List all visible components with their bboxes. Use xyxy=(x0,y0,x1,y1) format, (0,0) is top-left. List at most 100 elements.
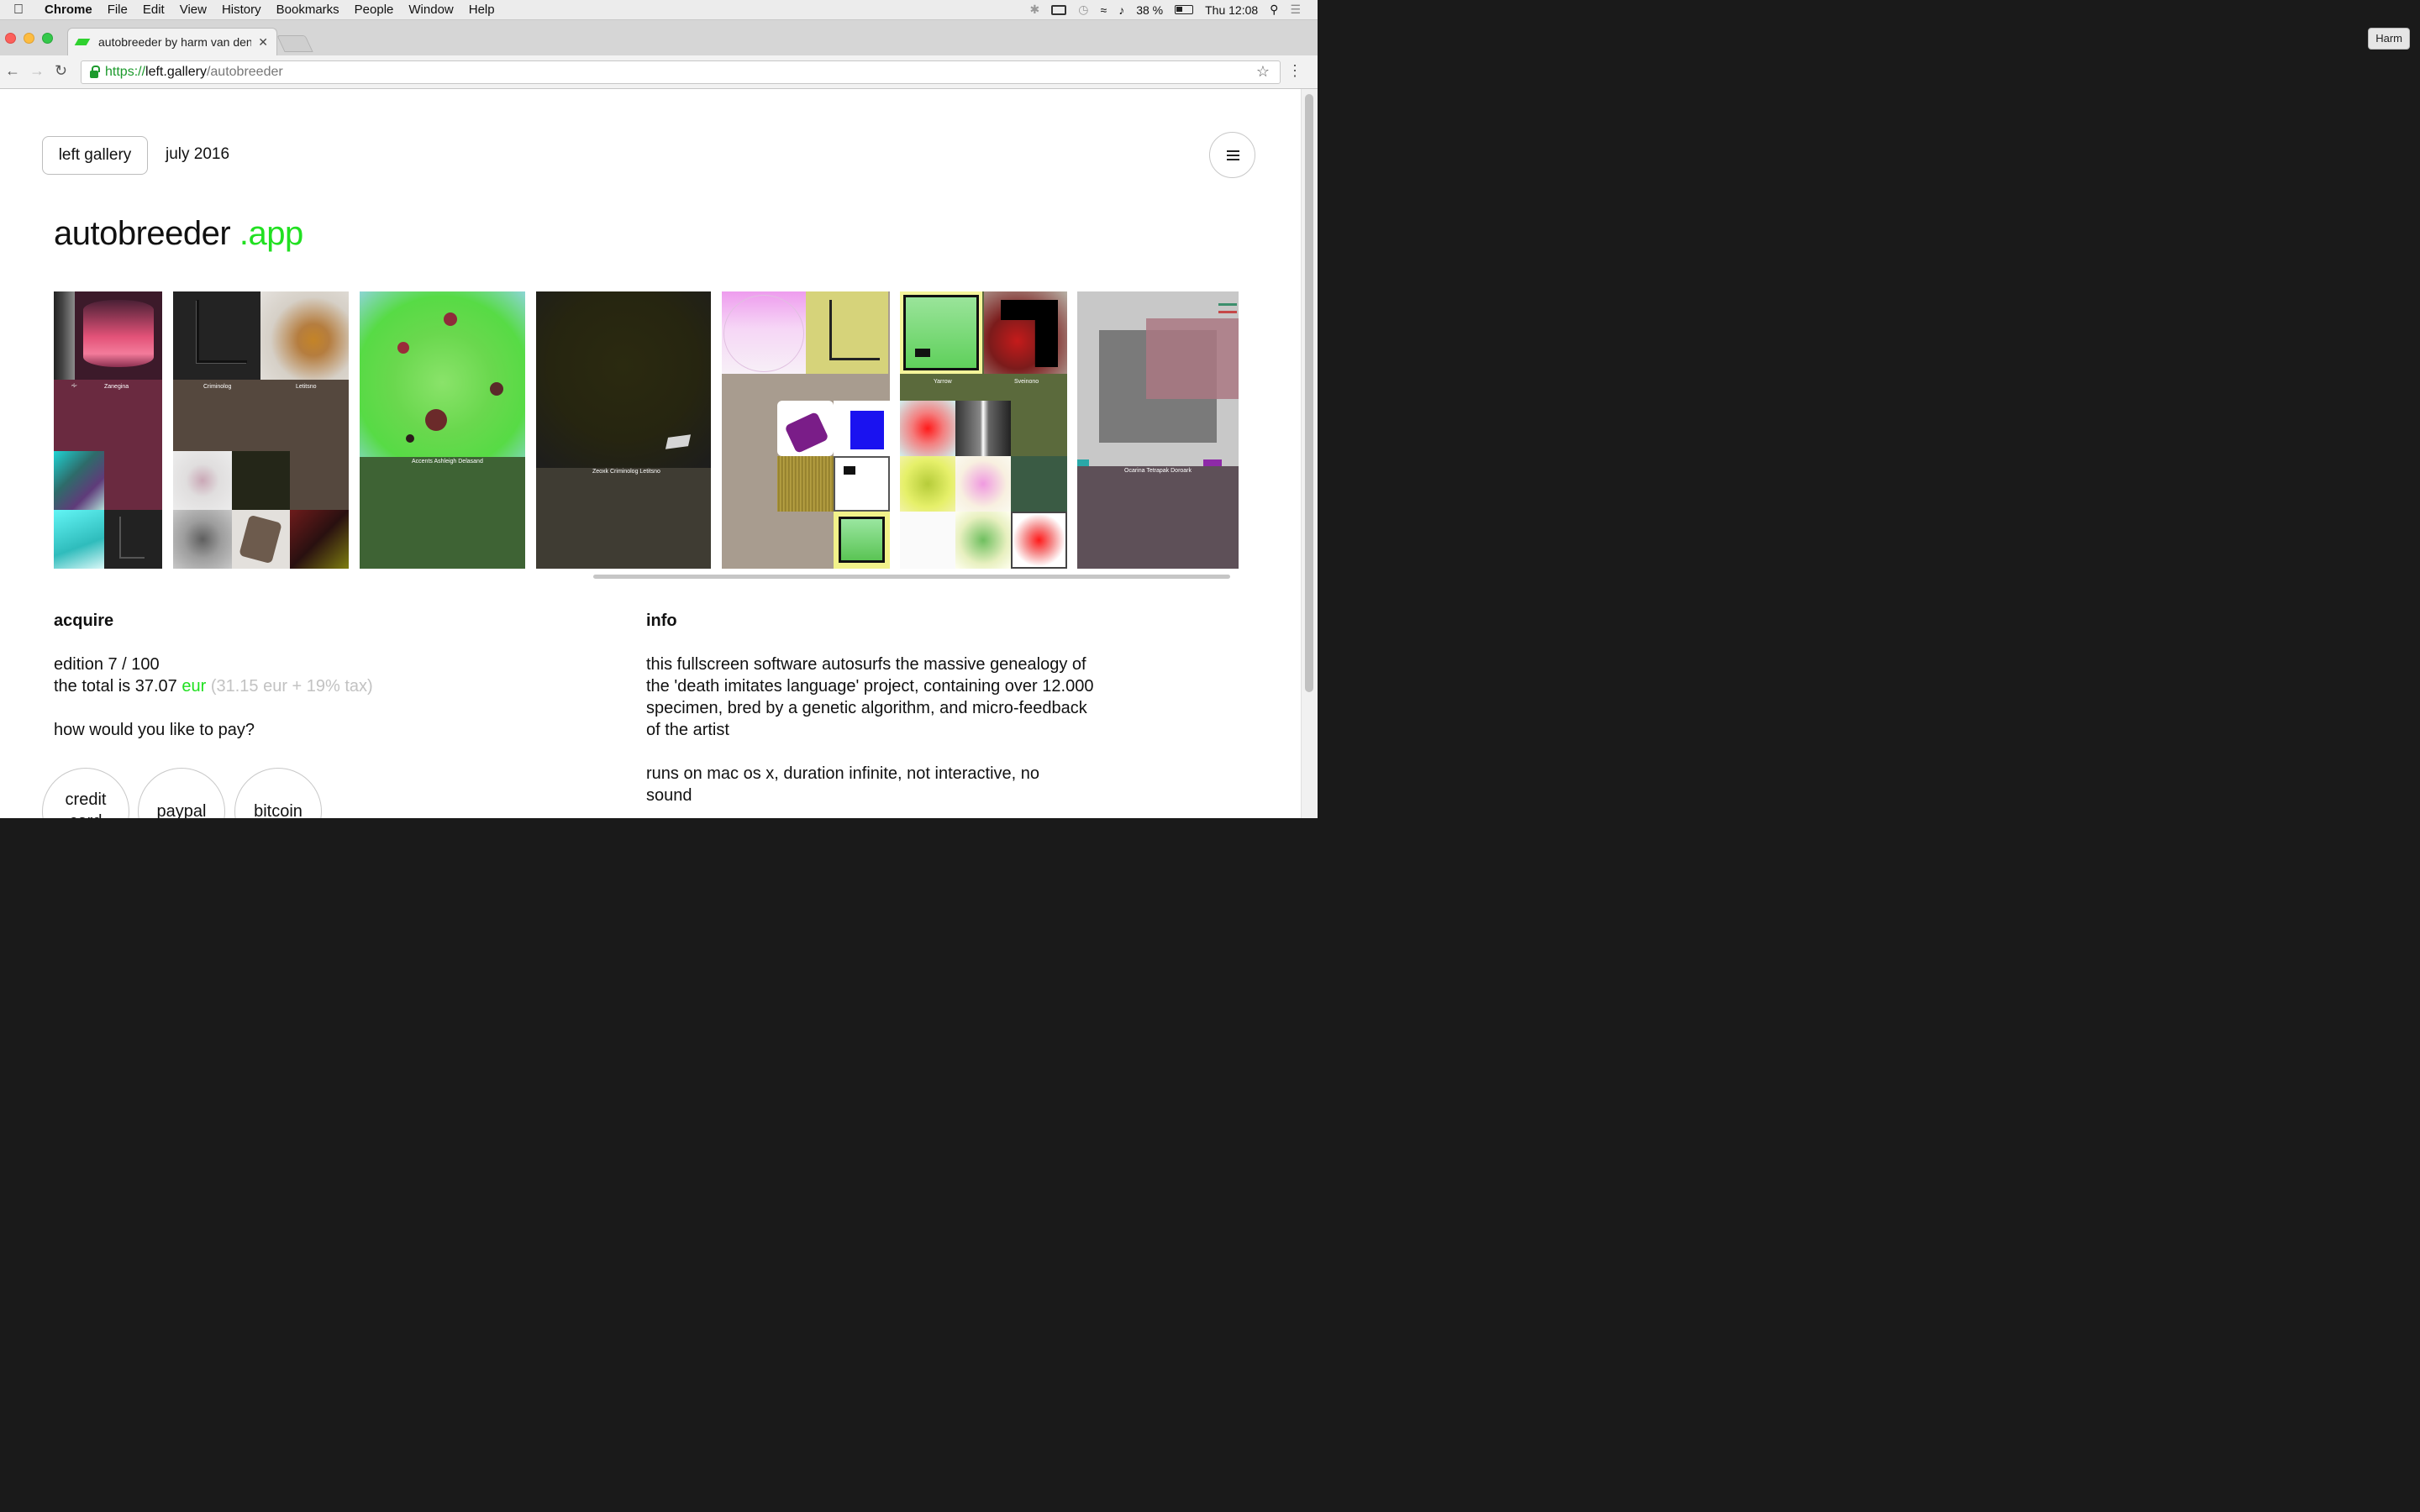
volume-icon[interactable]: ♪ xyxy=(1118,3,1124,17)
specimen-thumb xyxy=(104,510,162,569)
specimen-thumb xyxy=(722,291,806,374)
hamburger-line-icon xyxy=(1227,150,1239,152)
left-gallery-logo-button[interactable]: left gallery xyxy=(42,136,148,175)
menu-edit[interactable]: Edit xyxy=(135,3,172,17)
info-specs: runs on mac os x, duration infinite, not… xyxy=(646,764,1040,805)
pay-paypal-button[interactable]: paypal xyxy=(138,768,225,818)
url-path: /autobreeder xyxy=(206,65,283,79)
specimen-label: Sveinono xyxy=(1014,379,1039,385)
menu-help[interactable]: Help xyxy=(461,3,502,17)
keyboard-icon[interactable] xyxy=(1051,4,1067,15)
specimen-thumb xyxy=(54,291,75,380)
edition-count: edition 7 / 100 xyxy=(54,655,160,674)
specimen-dot xyxy=(397,342,409,354)
bookmark-star-icon[interactable]: ☆ xyxy=(1256,63,1270,81)
url-scheme: https:// xyxy=(105,65,146,79)
profile-button[interactable]: Harm xyxy=(2368,28,2410,50)
menu-bookmarks[interactable]: Bookmarks xyxy=(269,3,347,17)
specimen-thumb xyxy=(834,401,890,456)
specimen-dot xyxy=(490,382,503,396)
battery-icon[interactable] xyxy=(1175,5,1194,14)
hamburger-icon xyxy=(1218,303,1237,313)
clock[interactable]: Thu 12:08 xyxy=(1205,3,1258,17)
menu-history[interactable]: History xyxy=(214,3,269,17)
specimen-thumb xyxy=(54,510,104,569)
specimen-thumb xyxy=(900,291,982,374)
back-arrow-icon[interactable]: ← xyxy=(5,62,20,80)
page-title: autobreeder .app xyxy=(54,215,303,253)
specimen-label: Zanegina xyxy=(104,384,129,390)
pay-bitcoin-button[interactable]: bitcoin xyxy=(234,768,322,818)
menu-view[interactable]: View xyxy=(172,3,214,17)
specimen-label: Ocarina Tetrapak Doroark xyxy=(1124,468,1192,474)
page-vertical-scrollbar[interactable] xyxy=(1301,89,1318,818)
specimen-shape xyxy=(1146,318,1239,399)
address-bar[interactable]: https:// left.gallery /autobreeder ☆ xyxy=(81,60,1281,84)
menu-app-name[interactable]: Chrome xyxy=(37,3,100,17)
specimen-thumb xyxy=(232,451,290,510)
window-zoom-button[interactable] xyxy=(42,33,53,44)
info-heading: info xyxy=(646,612,677,630)
gallery-image-3[interactable]: Accents Ashleigh Delasand xyxy=(360,291,525,569)
menu-window[interactable]: Window xyxy=(401,3,460,17)
gallery-image-2[interactable]: Criminolog Letitsno xyxy=(173,291,349,569)
bluetooth-icon[interactable]: ✱ xyxy=(1030,3,1040,17)
pay-credit-card-button[interactable]: credit card xyxy=(42,768,129,818)
wifi-icon[interactable]: ≈ xyxy=(1101,3,1107,17)
hamburger-menu-button[interactable] xyxy=(1209,132,1255,178)
specimen-thumb xyxy=(173,291,260,380)
exhibition-date: july 2016 xyxy=(166,145,230,163)
menu-file[interactable]: File xyxy=(100,3,135,17)
reload-icon[interactable]: ↻ xyxy=(55,62,67,80)
price-total: the total is 37.07 eur (31.15 eur + 19% … xyxy=(54,675,373,697)
specimen-shape xyxy=(1077,459,1089,466)
url-host: left.gallery xyxy=(145,65,207,79)
specimen-thumb xyxy=(900,401,955,456)
specimen-thumb xyxy=(806,291,888,374)
info-description: this fullscreen software autosurfs the m… xyxy=(646,655,1094,739)
web-page: left gallery july 2016 autobreeder .app … xyxy=(0,89,1301,818)
gallery-image-7[interactable]: Ocarina Tetrapak Doroark xyxy=(1077,291,1239,569)
specimen-label: Letitsno xyxy=(296,384,317,390)
specimen-thumb xyxy=(955,512,1011,569)
tab-autobreeder[interactable]: autobreeder by harm van den d ✕ xyxy=(67,28,277,55)
specimen-shape xyxy=(1203,459,1222,466)
currency-label: eur xyxy=(182,677,207,696)
specimen-thumb xyxy=(173,451,232,510)
time-machine-icon[interactable]: ◷ xyxy=(1078,3,1088,17)
notification-center-icon[interactable]: ☰ xyxy=(1290,3,1301,17)
specimen-thumb xyxy=(232,510,290,569)
gallery-image-5[interactable] xyxy=(722,291,890,569)
tab-close-icon[interactable]: ✕ xyxy=(258,35,268,50)
specimen-thumb xyxy=(75,291,162,380)
window-close-button[interactable] xyxy=(5,33,16,44)
specimen-dot xyxy=(425,409,447,431)
specimen-thumb xyxy=(360,291,525,457)
mac-menubar:  Chrome File Edit View History Bookmark… xyxy=(0,0,1318,20)
price-breakdown: (31.15 eur + 19% tax) xyxy=(210,677,373,696)
battery-percent[interactable]: 38 % xyxy=(1136,3,1163,17)
gallery-image-4[interactable]: Zeoxk Criminolog Letitsno xyxy=(536,291,711,569)
gallery-image-1[interactable]: Zanegina ∻ xyxy=(54,291,162,569)
gallery-image-6[interactable]: Yarrow Sveinono xyxy=(900,291,1067,569)
acquire-heading: acquire xyxy=(54,612,114,630)
hamburger-line-icon xyxy=(1227,159,1239,160)
specimen-thumb xyxy=(1011,512,1067,569)
browser-toolbar: ← → ↻ https:// left.gallery /autobreeder… xyxy=(0,55,1318,89)
spotlight-search-icon[interactable]: ⚲ xyxy=(1270,3,1278,17)
secure-lock-icon[interactable] xyxy=(90,65,100,78)
scrollbar-thumb[interactable] xyxy=(1305,94,1313,692)
gallery-horizontal-scrollbar[interactable] xyxy=(593,575,1230,579)
specimen-thumb xyxy=(834,456,890,512)
apple-icon[interactable]:  xyxy=(0,3,37,18)
specimen-dot xyxy=(406,434,414,443)
forward-arrow-icon[interactable]: → xyxy=(29,62,45,80)
specimen-thumb xyxy=(955,401,1011,456)
window-minimize-button[interactable] xyxy=(24,33,34,44)
chrome-menu-icon[interactable]: ⋮ xyxy=(1287,62,1302,80)
tab-title: autobreeder by harm van den d xyxy=(98,35,252,49)
specimen-thumb xyxy=(984,291,1067,374)
left-gallery-favicon-icon xyxy=(74,39,91,45)
menu-people[interactable]: People xyxy=(347,3,402,17)
hamburger-line-icon xyxy=(1227,155,1239,156)
